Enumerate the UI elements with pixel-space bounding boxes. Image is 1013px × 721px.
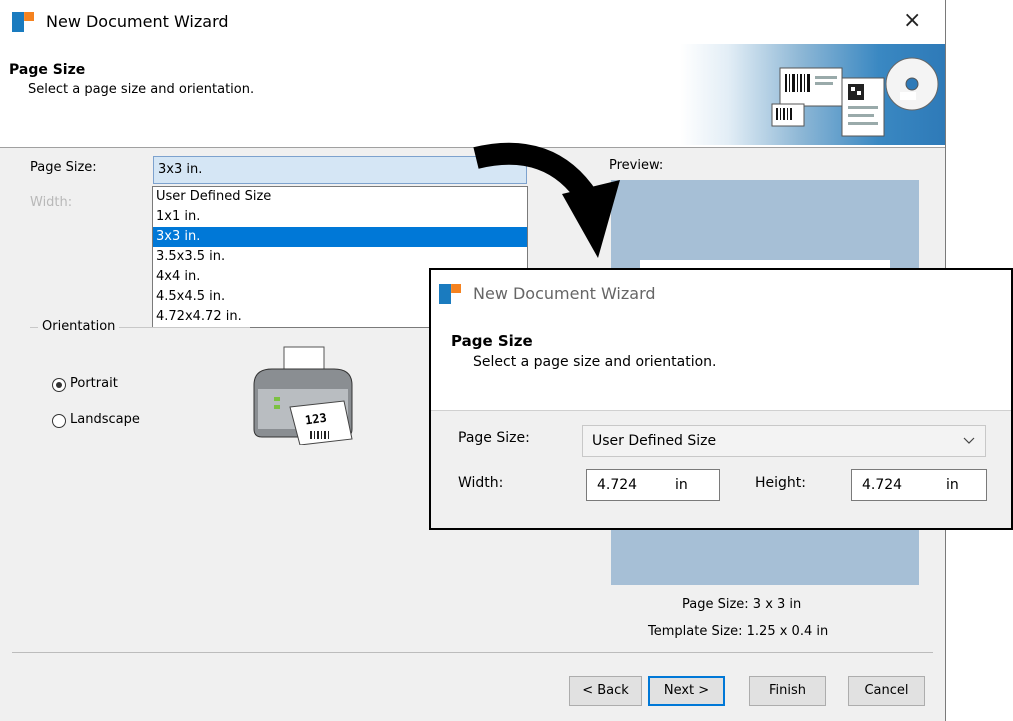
overlay-window-title: New Document Wizard xyxy=(473,284,656,303)
printer-icon: 123 xyxy=(248,345,356,446)
header-subtitle: Select a page size and orientation. xyxy=(28,82,255,97)
back-button[interactable]: < Back xyxy=(569,676,642,706)
footer-divider xyxy=(12,652,933,653)
next-button[interactable]: Next > xyxy=(648,676,725,706)
chevron-down-icon xyxy=(963,437,975,444)
preview-template-size-text: Template Size: 1.25 x 0.4 in xyxy=(648,624,829,639)
printer-label-text: 123 xyxy=(304,410,328,428)
overlay-height-value: 4.724 xyxy=(862,477,903,493)
overlay-width-unit: in xyxy=(675,477,688,493)
overlay-height-unit: in xyxy=(946,477,959,493)
orientation-legend: Orientation xyxy=(38,319,120,334)
overlay-page-size-dropdown[interactable]: User Defined Size xyxy=(582,425,986,457)
overlay-dialog: New Document Wizard Page Size Select a p… xyxy=(429,268,1013,530)
landscape-radio-circle[interactable] xyxy=(52,414,66,428)
portrait-radio-circle[interactable] xyxy=(52,378,66,392)
overlay-page-size-value: User Defined Size xyxy=(592,433,717,449)
window-title: New Document Wizard xyxy=(46,12,229,31)
cancel-button[interactable]: Cancel xyxy=(848,676,925,706)
overlay-width-label: Width: xyxy=(458,475,504,491)
header-banner-image xyxy=(680,44,945,145)
landscape-radio[interactable]: Landscape xyxy=(52,412,172,432)
overlay-header-title: Page Size xyxy=(451,332,533,350)
overlay-header: New Document Wizard Page Size Select a p… xyxy=(431,270,1011,411)
width-label: Width: xyxy=(30,195,73,210)
label-graphics-icon xyxy=(771,57,939,137)
landscape-label: Landscape xyxy=(70,412,140,427)
overlay-app-logo-icon xyxy=(439,284,461,304)
overlay-height-field[interactable]: 4.724 in xyxy=(851,469,987,501)
close-icon[interactable]: × xyxy=(903,8,921,33)
curved-arrow-icon xyxy=(473,142,620,258)
overlay-header-subtitle: Select a page size and orientation. xyxy=(473,354,717,370)
app-logo-icon xyxy=(12,12,34,32)
title-bar: New Document Wizard × xyxy=(0,0,945,42)
header-title: Page Size xyxy=(9,62,86,78)
page-size-selected-value: 3x3 in. xyxy=(158,162,203,177)
orientation-group xyxy=(30,327,250,558)
preview-page-size-text: Page Size: 3 x 3 in xyxy=(682,597,802,612)
overlay-width-value: 4.724 xyxy=(597,477,638,493)
overlay-page-size-label: Page Size: xyxy=(458,430,530,446)
portrait-radio[interactable]: Portrait xyxy=(52,376,162,396)
finish-button[interactable]: Finish xyxy=(749,676,826,706)
overlay-height-label: Height: xyxy=(755,475,806,491)
page-size-label: Page Size: xyxy=(30,160,97,175)
overlay-width-field[interactable]: 4.724 in xyxy=(586,469,720,501)
portrait-label: Portrait xyxy=(70,376,118,391)
